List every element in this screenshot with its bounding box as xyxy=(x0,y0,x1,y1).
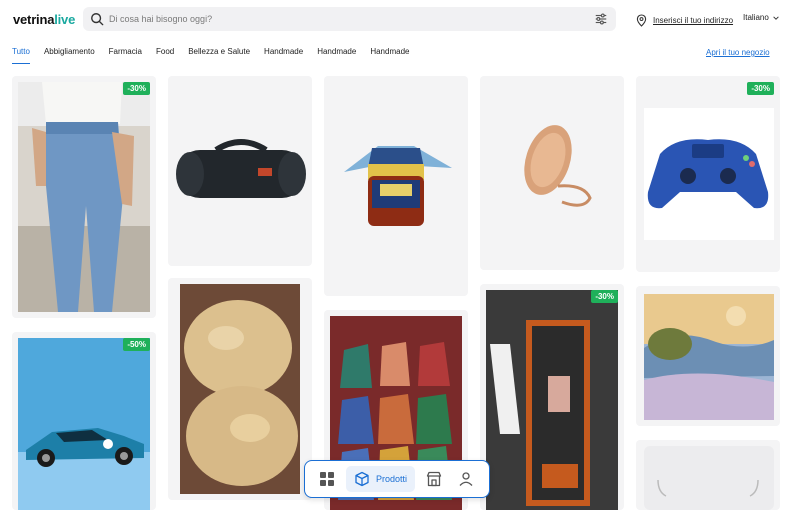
product-image-painting xyxy=(644,294,774,420)
search-input[interactable] xyxy=(109,9,589,29)
nav-home-button[interactable] xyxy=(313,466,342,492)
tab-food[interactable]: Food xyxy=(156,46,174,64)
product-card-vape-coil[interactable]: -30% xyxy=(480,284,624,510)
product-card-partial[interactable] xyxy=(636,440,780,510)
logo[interactable]: vetrinalive xyxy=(13,12,75,27)
discount-badge: -30% xyxy=(123,82,150,95)
product-image-toy-car xyxy=(18,338,150,510)
tab-tutto[interactable]: Tutto xyxy=(12,46,30,64)
product-card-jar[interactable] xyxy=(324,76,468,296)
product-card-sweets[interactable] xyxy=(168,278,312,500)
box-icon xyxy=(355,471,369,487)
nav-profile-button[interactable] xyxy=(452,466,481,492)
category-tabs: Tutto Abbigliamento Farmacia Food Bellez… xyxy=(12,46,423,64)
product-card-ring[interactable] xyxy=(480,76,624,270)
tab-handmade[interactable]: Handmade xyxy=(370,46,409,64)
store-icon xyxy=(426,471,441,487)
bottom-navigation: Prodotti xyxy=(304,460,490,498)
search-icon xyxy=(91,13,104,26)
filter-sliders-icon[interactable] xyxy=(594,12,608,26)
search-bar[interactable] xyxy=(83,7,616,31)
discount-badge: -30% xyxy=(591,290,618,303)
tab-handmade[interactable]: Handmade xyxy=(317,46,356,64)
nav-store-button[interactable] xyxy=(419,466,448,492)
product-image-ring xyxy=(524,125,592,207)
product-card-painting[interactable] xyxy=(636,286,780,426)
grid-icon xyxy=(320,472,335,486)
user-icon xyxy=(460,472,473,486)
product-image-partial xyxy=(644,446,774,510)
product-image-speaker xyxy=(176,139,306,198)
logo-main-text: vetrina xyxy=(13,12,55,27)
product-image-sweets xyxy=(180,284,300,494)
language-selector[interactable]: Italiano xyxy=(743,13,780,22)
discount-badge: -30% xyxy=(747,82,774,95)
location-pin-icon xyxy=(636,13,647,27)
header: vetrinalive Inserisci il tuo indirizzo I… xyxy=(0,0,793,40)
address-link[interactable]: Inserisci il tuo indirizzo xyxy=(653,16,733,25)
product-card-car[interactable]: -50% xyxy=(12,332,156,510)
discount-badge: -50% xyxy=(123,338,150,351)
chevron-down-icon xyxy=(773,15,779,20)
tab-farmacia[interactable]: Farmacia xyxy=(109,46,142,64)
product-image-jar xyxy=(344,146,452,226)
product-card-gamepad[interactable]: -30% xyxy=(636,76,780,272)
product-image-jeans xyxy=(18,82,150,312)
product-image-vape-coil xyxy=(486,290,618,510)
address-selector[interactable]: Inserisci il tuo indirizzo xyxy=(636,12,733,28)
tab-bellezza-salute[interactable]: Bellezza e Salute xyxy=(188,46,250,64)
tab-abbigliamento[interactable]: Abbigliamento xyxy=(44,46,95,64)
product-card-jeans[interactable]: -30% xyxy=(12,76,156,318)
logo-accent-text: live xyxy=(54,12,76,27)
language-label: Italiano xyxy=(743,13,769,22)
product-card-speaker[interactable] xyxy=(168,76,312,266)
product-image-gamepad xyxy=(644,108,774,240)
nav-products-button[interactable]: Prodotti xyxy=(345,466,416,492)
tab-handmade[interactable]: Handmade xyxy=(264,46,303,64)
nav-products-label: Prodotti xyxy=(375,474,408,484)
open-store-link[interactable]: Apri il tuo negozio xyxy=(706,48,770,57)
